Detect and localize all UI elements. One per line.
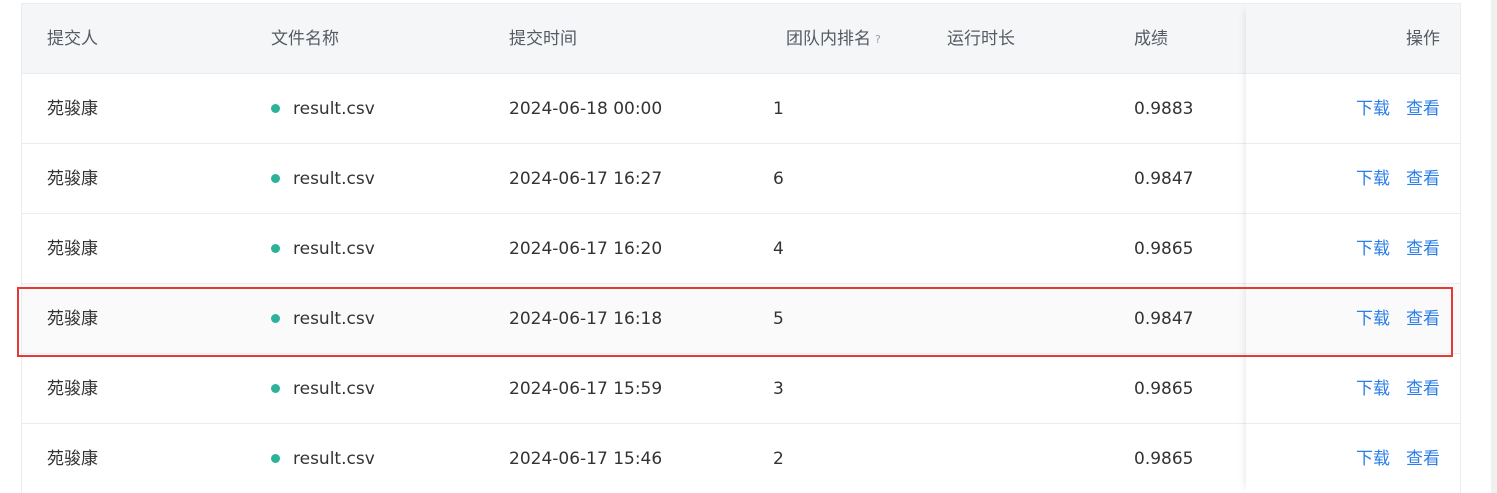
- file-name: result.csv: [293, 449, 375, 469]
- file-name: result.csv: [293, 309, 375, 329]
- file-cell: result.csv: [271, 74, 375, 144]
- status-dot-icon: [271, 314, 280, 323]
- view-link[interactable]: 查看: [1406, 99, 1440, 119]
- ops-cell: 下载 查看: [1340, 354, 1440, 424]
- ops-cell: 下载 查看: [1340, 144, 1440, 214]
- help-icon[interactable]: ?: [875, 5, 881, 75]
- scrollbar-track[interactable]: [1491, 0, 1497, 493]
- download-link[interactable]: 下载: [1356, 309, 1390, 329]
- file-cell: result.csv: [271, 214, 375, 284]
- submitter-name: 苑骏康: [47, 239, 98, 259]
- table-row: 苑骏康 result.csv 2024-06-17 16:20 4 0.9865 下载 查看: [22, 214, 1460, 284]
- table-row: 苑骏康 result.csv 2024-06-17 15:46 2 0.9865 下载 查看: [22, 424, 1460, 493]
- download-link[interactable]: 下载: [1356, 379, 1390, 399]
- view-link[interactable]: 查看: [1406, 169, 1440, 189]
- file-cell: result.csv: [271, 144, 375, 214]
- column-header-rank-label: 团队内排名: [786, 29, 871, 49]
- file-cell: result.csv: [271, 354, 375, 424]
- file-name: result.csv: [293, 379, 375, 399]
- submitter-name: 苑骏康: [47, 309, 98, 329]
- table-row: 苑骏康 result.csv 2024-06-18 00:00 1 0.9883 下载 查看: [22, 74, 1460, 144]
- download-link[interactable]: 下载: [1356, 169, 1390, 189]
- view-link[interactable]: 查看: [1406, 239, 1440, 259]
- file-name: result.csv: [293, 239, 375, 259]
- team-rank: 6: [773, 169, 784, 189]
- submit-time: 2024-06-17 15:59: [509, 379, 663, 399]
- view-link[interactable]: 查看: [1406, 379, 1440, 399]
- ops-cell: 下载 查看: [1340, 424, 1440, 493]
- team-rank: 5: [773, 309, 784, 329]
- score: 0.9847: [1134, 309, 1194, 329]
- table-row: 苑骏康 result.csv 2024-06-17 15:59 3 0.9865 下载 查看: [22, 354, 1460, 424]
- table-header: 提交人 文件名称 提交时间 团队内排名? 运行时长 成绩 操作: [22, 4, 1460, 74]
- column-header-submitter: 提交人: [47, 29, 98, 49]
- download-link[interactable]: 下载: [1356, 449, 1390, 469]
- file-cell: result.csv: [271, 424, 375, 493]
- team-rank: 2: [773, 449, 784, 469]
- submitter-name: 苑骏康: [47, 169, 98, 189]
- column-header-ops: 操作: [1406, 29, 1440, 49]
- view-link[interactable]: 查看: [1406, 309, 1440, 329]
- status-dot-icon: [271, 174, 280, 183]
- ops-cell: 下载 查看: [1340, 74, 1440, 144]
- score: 0.9865: [1134, 379, 1194, 399]
- submitter-name: 苑骏康: [47, 379, 98, 399]
- column-header-file: 文件名称: [271, 29, 339, 49]
- download-link[interactable]: 下载: [1356, 99, 1390, 119]
- score: 0.9847: [1134, 169, 1194, 189]
- status-dot-icon: [271, 454, 280, 463]
- status-dot-icon: [271, 104, 280, 113]
- submit-time: 2024-06-17 15:46: [509, 449, 663, 469]
- submissions-table: 提交人 文件名称 提交时间 团队内排名? 运行时长 成绩 操作 苑骏康 resul…: [21, 3, 1461, 493]
- team-rank: 3: [773, 379, 784, 399]
- submit-time: 2024-06-17 16:20: [509, 239, 663, 259]
- download-link[interactable]: 下载: [1356, 239, 1390, 259]
- file-name: result.csv: [293, 99, 375, 119]
- column-header-time: 提交时间: [509, 29, 577, 49]
- ops-cell: 下载 查看: [1340, 214, 1440, 284]
- score: 0.9865: [1134, 449, 1194, 469]
- table-row: 苑骏康 result.csv 2024-06-17 16:27 6 0.9847 下载 查看: [22, 144, 1460, 214]
- view-link[interactable]: 查看: [1406, 449, 1440, 469]
- submitter-name: 苑骏康: [47, 99, 98, 119]
- submit-time: 2024-06-18 00:00: [509, 99, 663, 119]
- file-name: result.csv: [293, 169, 375, 189]
- column-header-score: 成绩: [1134, 29, 1168, 49]
- score: 0.9865: [1134, 239, 1194, 259]
- column-header-runtime: 运行时长: [947, 29, 1015, 49]
- status-dot-icon: [271, 384, 280, 393]
- file-cell: result.csv: [271, 284, 375, 354]
- submitter-name: 苑骏康: [47, 449, 98, 469]
- team-rank: 1: [773, 99, 784, 119]
- column-header-rank: 团队内排名?: [786, 4, 881, 74]
- ops-cell: 下载 查看: [1340, 284, 1440, 354]
- table-row: 苑骏康 result.csv 2024-06-17 16:18 5 0.9847 下载 查看: [22, 284, 1460, 354]
- status-dot-icon: [271, 244, 280, 253]
- team-rank: 4: [773, 239, 784, 259]
- submit-time: 2024-06-17 16:18: [509, 309, 663, 329]
- submit-time: 2024-06-17 16:27: [509, 169, 663, 189]
- score: 0.9883: [1134, 99, 1194, 119]
